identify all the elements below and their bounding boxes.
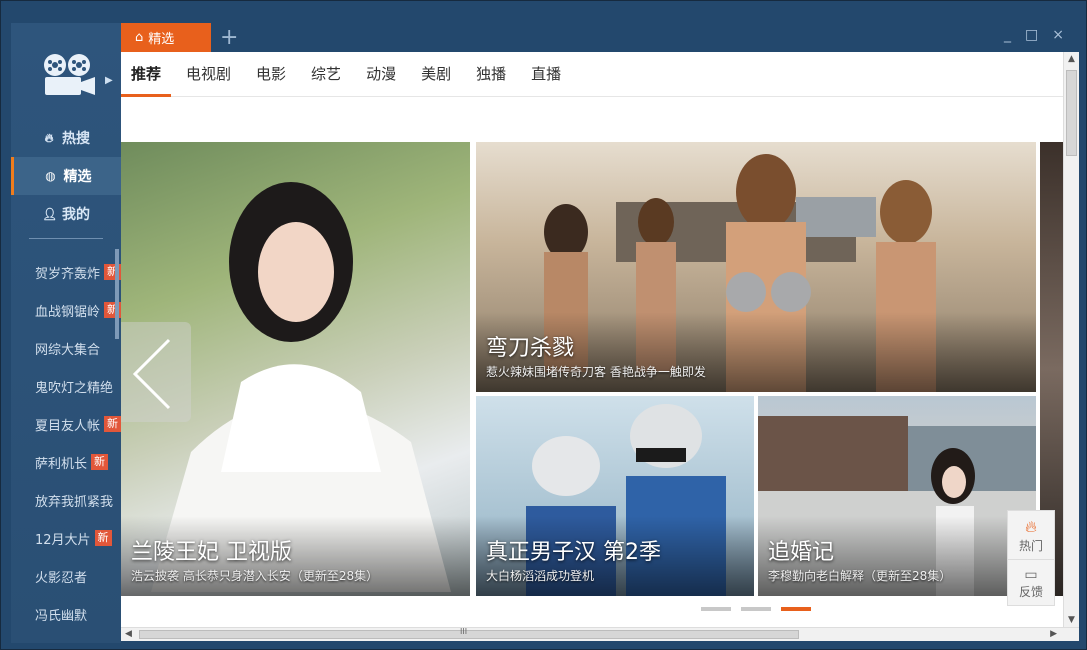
new-badge: 新: [94, 530, 112, 546]
flame-icon: 🔥︎: [1025, 516, 1037, 536]
list-item-label: 网综大集合: [35, 342, 101, 358]
tab-anime[interactable]: 动漫: [366, 52, 396, 97]
list-item-label: 火影忍者: [35, 570, 88, 586]
feature-tile[interactable]: 弯刀杀戮 惹火辣妹围堵传奇刀客 香艳战争一触即发: [476, 142, 1036, 392]
list-item-label: 萨利机长: [35, 456, 88, 472]
list-item-label: 鬼吹灯之精绝: [35, 380, 114, 396]
scroll-up-icon[interactable]: ▲: [1068, 54, 1075, 64]
tile-subtitle: 大白杨滔滔成功登机: [486, 569, 595, 583]
tab-exclusive[interactable]: 独播: [476, 52, 506, 97]
tile-subtitle: 浩云披袭 高长恭只身潜入长安（更新至28集）: [131, 569, 379, 583]
tab-variety[interactable]: 综艺: [311, 52, 341, 97]
flame-icon: 🔥︎: [44, 131, 54, 145]
home-icon: ⌂: [135, 30, 144, 45]
tile-title: 兰陵王妃 卫视版: [131, 540, 292, 565]
tile-title: 弯刀杀戮: [486, 336, 575, 361]
tab-us-series[interactable]: 美剧: [421, 52, 451, 97]
user-icon: 👤︎: [42, 207, 58, 221]
floating-toolbar: 🔥︎ 热门 ▭ 反馈: [1007, 510, 1055, 606]
minimize-button[interactable]: _: [1004, 27, 1011, 43]
carousel-prev-button[interactable]: [121, 322, 191, 422]
tile-subtitle: 惹火辣妹围堵传奇刀客 香艳战争一触即发: [486, 365, 706, 379]
new-badge: 新: [91, 454, 109, 470]
list-item[interactable]: 12月大片新: [11, 519, 121, 557]
vertical-scrollbar[interactable]: ▲ ▼: [1063, 52, 1079, 627]
list-item[interactable]: 夏目友人帐新: [11, 405, 121, 443]
hot-button[interactable]: 🔥︎ 热门: [1008, 511, 1054, 559]
rail-nav-featured[interactable]: ◍ 精选: [11, 157, 121, 195]
rail-divider: [29, 238, 103, 239]
tile-subtitle: 李穆勤向老白解释（更新至28集）: [768, 569, 952, 583]
tab-live[interactable]: 直播: [531, 52, 561, 97]
feature-tile[interactable]: 追婚记 李穆勤向老白解释（更新至28集）: [758, 396, 1036, 596]
tab-recommend[interactable]: 推荐: [120, 52, 172, 97]
rail-nav-label: 精选: [63, 169, 92, 185]
tile-title: 追婚记: [768, 540, 835, 565]
list-item[interactable]: 萨利机长新: [11, 443, 121, 481]
film-camera-icon[interactable]: [41, 53, 97, 99]
caret-right-icon[interactable]: ▶: [105, 75, 113, 86]
carousel-indicators: [701, 607, 811, 611]
compass-icon: ◍: [45, 169, 56, 183]
list-item-label: 12月大片: [35, 532, 91, 548]
chat-bubble-icon: ▭: [1024, 567, 1038, 583]
scroll-left-icon[interactable]: ◀: [125, 629, 132, 639]
list-item-label: 放弃我抓紧我: [35, 494, 114, 510]
list-item-label: 冯氏幽默: [35, 608, 88, 624]
list-item-label: 血战钢锯岭: [35, 304, 101, 320]
rail-nav: 🔥︎ 热搜 ◍ 精选 👤︎ 我的: [11, 119, 121, 233]
scroll-right-icon[interactable]: ▶: [1050, 629, 1057, 639]
tab-tv-series[interactable]: 电视剧: [186, 52, 231, 97]
list-item[interactable]: 放弃我抓紧我: [11, 481, 121, 519]
tab-featured[interactable]: ⌂ 精选: [121, 23, 211, 52]
rail-scrollbar[interactable]: [115, 249, 119, 339]
feature-tile[interactable]: 真正男子汉 第2季 大白杨滔滔成功登机: [476, 396, 754, 596]
hot-label: 热门: [1018, 538, 1043, 553]
app-window: ▶ 🔥︎ 热搜 ◍ 精选 👤︎ 我的 贺岁齐轰炸新 血战钢锯岭新 网综大集合 鬼…: [0, 0, 1087, 650]
feedback-label: 反馈: [1018, 585, 1043, 599]
scroll-down-icon[interactable]: ▼: [1068, 615, 1075, 625]
rail-list: 贺岁齐轰炸新 血战钢锯岭新 网综大集合 鬼吹灯之精绝 夏目友人帐新 萨利机长新 …: [11, 253, 121, 633]
tab-movies[interactable]: 电影: [256, 52, 286, 97]
list-item[interactable]: 网综大集合: [11, 329, 121, 367]
carousel-dot[interactable]: [701, 607, 731, 611]
chevron-left-icon: [132, 338, 171, 410]
list-item[interactable]: 冯氏幽默: [11, 595, 121, 633]
list-item-label: 夏目友人帐: [35, 418, 101, 434]
list-item[interactable]: 鬼吹灯之精绝: [11, 367, 121, 405]
vertical-scroll-thumb[interactable]: [1066, 70, 1077, 156]
maximize-button[interactable]: □: [1025, 27, 1038, 43]
rail-nav-hot-search[interactable]: 🔥︎ 热搜: [11, 119, 121, 157]
tile-title: 真正男子汉 第2季: [486, 540, 661, 565]
list-item[interactable]: 血战钢锯岭新: [11, 291, 121, 329]
left-rail: ▶ 🔥︎ 热搜 ◍ 精选 👤︎ 我的 贺岁齐轰炸新 血战钢锯岭新 网综大集合 鬼…: [11, 23, 121, 643]
new-badge: 新: [104, 416, 121, 432]
list-item[interactable]: 贺岁齐轰炸新: [11, 253, 121, 291]
list-item-label: 贺岁齐轰炸: [35, 266, 101, 282]
carousel-dot-active[interactable]: [781, 607, 811, 611]
close-button[interactable]: ×: [1052, 27, 1064, 43]
feedback-button[interactable]: ▭ 反馈: [1008, 559, 1054, 607]
rail-nav-label: 我的: [62, 207, 90, 223]
rail-nav-mine[interactable]: 👤︎ 我的: [11, 195, 121, 233]
list-item[interactable]: 火影忍者: [11, 557, 121, 595]
grip-mark: III: [460, 627, 468, 636]
tab-label: 精选: [148, 32, 175, 47]
horizontal-scrollbar[interactable]: ◀ III ▶: [121, 627, 1079, 641]
main-content: 推荐 电视剧 电影 综艺 动漫 美剧 独播 直播 兰陵王妃 卫视版 浩云披袭 高…: [120, 52, 1063, 627]
horizontal-scroll-thumb[interactable]: III: [139, 627, 799, 639]
window-controls: _ □ ×: [1004, 27, 1064, 43]
category-tabs: 推荐 电视剧 电影 综艺 动漫 美剧 独播 直播: [120, 52, 1063, 97]
carousel-dot[interactable]: [741, 607, 771, 611]
rail-nav-label: 热搜: [62, 131, 90, 147]
add-tab-button[interactable]: +: [220, 25, 238, 50]
